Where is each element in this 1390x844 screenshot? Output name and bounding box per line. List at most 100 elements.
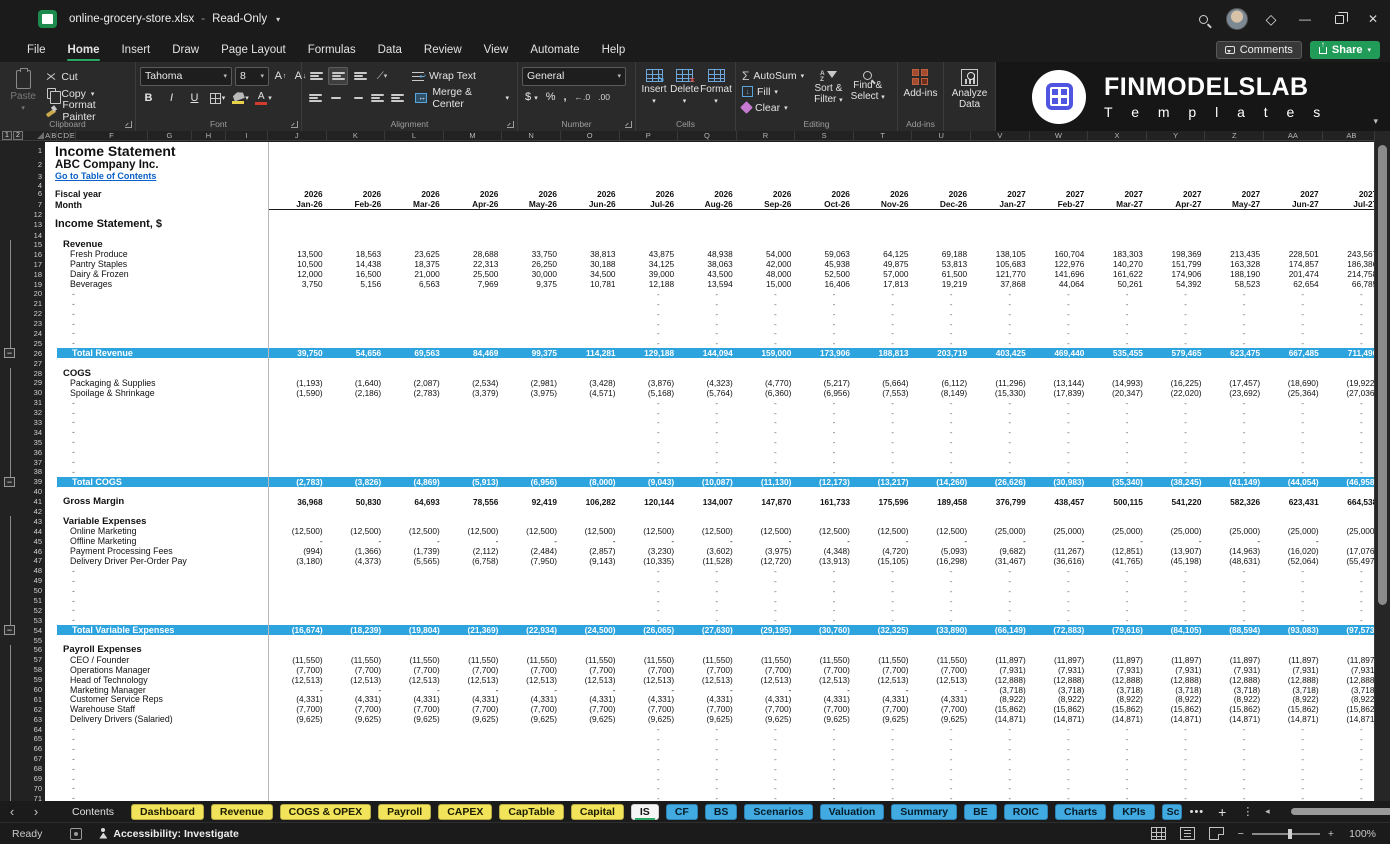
cell-M31[interactable]: - xyxy=(781,398,840,408)
cell-L16[interactable]: 23,625 xyxy=(385,249,444,259)
cell-Q26[interactable]: 144,094 xyxy=(678,348,737,358)
cell-J37[interactable]: - xyxy=(605,457,664,467)
cell-K36[interactable]: - xyxy=(664,447,723,457)
cell-L6[interactable]: 2026 xyxy=(385,189,444,200)
cell-N68[interactable]: - xyxy=(839,764,898,774)
cell-V57[interactable]: (11,897) xyxy=(971,655,1030,665)
cell-V54[interactable]: (66,149) xyxy=(971,625,1030,635)
menu-tab-data[interactable]: Data xyxy=(367,38,413,62)
cell-Y60[interactable]: (3,718) xyxy=(1147,685,1206,695)
prev-sheet-button[interactable]: ‹ xyxy=(0,804,24,819)
cell-Q62[interactable]: (7,700) xyxy=(678,704,737,714)
cell-T63[interactable]: (9,625) xyxy=(854,714,913,724)
cell-W58[interactable]: (7,931) xyxy=(1030,665,1089,675)
cell-W62[interactable]: (15,862) xyxy=(1030,704,1089,714)
cell-J57[interactable]: (11,550) xyxy=(268,655,327,665)
cell-Y39[interactable]: (38,245) xyxy=(1147,477,1206,487)
cell-P46[interactable]: (3,230) xyxy=(620,546,679,556)
cell-T70[interactable]: - xyxy=(1191,783,1250,793)
cell-U21[interactable]: - xyxy=(1250,299,1309,309)
cell-S66[interactable]: - xyxy=(1132,744,1191,754)
cell-X44[interactable]: (25,000) xyxy=(1088,526,1147,536)
cell-U41[interactable]: 189,458 xyxy=(913,497,972,507)
menu-tab-view[interactable]: View xyxy=(473,38,520,62)
cell-X57[interactable]: (11,897) xyxy=(1088,655,1147,665)
cell-N30[interactable]: (3,975) xyxy=(502,388,561,398)
cell-L31[interactable]: - xyxy=(722,398,781,408)
cell-K68[interactable]: - xyxy=(664,764,723,774)
cell-N31[interactable]: - xyxy=(839,398,898,408)
cell-S51[interactable]: - xyxy=(1132,596,1191,606)
cell-R61[interactable]: (4,331) xyxy=(737,694,796,704)
cell-T36[interactable]: - xyxy=(1191,447,1250,457)
cell-O7[interactable]: Jun-26 xyxy=(561,199,620,210)
cell-S52[interactable]: - xyxy=(1132,605,1191,615)
cell-R58[interactable]: (7,700) xyxy=(737,665,796,675)
cell-Q35[interactable]: - xyxy=(1015,437,1074,447)
row-number[interactable]: 51 xyxy=(26,596,45,606)
cell-K54[interactable]: (18,239) xyxy=(327,625,386,635)
collapse-ribbon-button[interactable]: ▾ xyxy=(1373,116,1378,127)
cell-AA18[interactable]: 201,474 xyxy=(1264,269,1323,279)
menu-tab-file[interactable]: File xyxy=(16,38,57,62)
cell-J60[interactable]: - xyxy=(268,685,327,695)
cell-M59[interactable]: (12,513) xyxy=(444,675,503,685)
cell-Q60[interactable]: - xyxy=(678,685,737,695)
decrease-indent-button[interactable] xyxy=(368,89,387,107)
cell-R25[interactable]: - xyxy=(1074,338,1133,348)
cell-V64[interactable]: - xyxy=(1308,724,1367,734)
column-header-G[interactable]: G xyxy=(148,131,192,140)
row-number[interactable]: 26 xyxy=(26,348,45,358)
cell-K66[interactable]: - xyxy=(664,744,723,754)
cell-J19[interactable]: 3,750 xyxy=(268,279,327,289)
cell-S58[interactable]: (7,700) xyxy=(795,665,854,675)
cell-M70[interactable]: - xyxy=(781,783,840,793)
cell-N24[interactable]: - xyxy=(839,329,898,339)
cell-O64[interactable]: - xyxy=(898,724,957,734)
cell-M64[interactable]: - xyxy=(781,724,840,734)
cell-M35[interactable]: - xyxy=(781,437,840,447)
cell-R49[interactable]: - xyxy=(1074,576,1133,586)
row-number[interactable]: 64 xyxy=(26,724,45,734)
cell-K57[interactable]: (11,550) xyxy=(327,655,386,665)
cell-K49[interactable]: - xyxy=(664,576,723,586)
cell-V17[interactable]: 105,683 xyxy=(971,259,1030,269)
cell-K20[interactable]: - xyxy=(664,289,723,299)
cell-R69[interactable]: - xyxy=(1074,774,1133,784)
cell-N29[interactable]: (2,981) xyxy=(502,378,561,388)
cell-U38[interactable]: - xyxy=(1250,467,1309,477)
cell-U30[interactable]: (8,149) xyxy=(913,388,972,398)
cell-P47[interactable]: (10,335) xyxy=(620,556,679,566)
cell-T49[interactable]: - xyxy=(1191,576,1250,586)
cell-Q24[interactable]: - xyxy=(1015,329,1074,339)
font-dialog-launcher[interactable] xyxy=(291,121,298,128)
paste-button[interactable]: Paste ▾ xyxy=(4,65,42,117)
cell-Q44[interactable]: (12,500) xyxy=(678,526,737,536)
cell-AB54[interactable]: (97,573) xyxy=(1323,625,1382,635)
cell-N34[interactable]: - xyxy=(839,427,898,437)
cell-P59[interactable]: (12,513) xyxy=(620,675,679,685)
cell-J53[interactable]: - xyxy=(605,615,664,625)
italic-button[interactable]: I xyxy=(163,89,180,107)
cell-V37[interactable]: - xyxy=(1308,457,1367,467)
cell-Z63[interactable]: (14,871) xyxy=(1206,714,1265,724)
cell-AA45[interactable]: - xyxy=(1264,536,1323,546)
cell-AA16[interactable]: 228,501 xyxy=(1264,249,1323,259)
cell-R23[interactable]: - xyxy=(1074,319,1133,329)
cell-T34[interactable]: - xyxy=(1191,427,1250,437)
cell-T32[interactable]: - xyxy=(1191,408,1250,418)
cell-N52[interactable]: - xyxy=(839,605,898,615)
cell-AA17[interactable]: 174,857 xyxy=(1264,259,1323,269)
column-header-Y[interactable]: Y xyxy=(1147,131,1206,140)
cell-T57[interactable]: (11,550) xyxy=(854,655,913,665)
outline-level-2[interactable]: 2 xyxy=(13,131,23,140)
cell-T45[interactable]: - xyxy=(854,536,913,546)
cell-M16[interactable]: 28,688 xyxy=(444,249,503,259)
cell-T35[interactable]: - xyxy=(1191,437,1250,447)
cell-V45[interactable]: - xyxy=(971,536,1030,546)
cell-U53[interactable]: - xyxy=(1250,615,1309,625)
cell-K32[interactable]: - xyxy=(664,408,723,418)
cell-K19[interactable]: 5,156 xyxy=(327,279,386,289)
cell-O62[interactable]: (7,700) xyxy=(561,704,620,714)
cell-T41[interactable]: 175,596 xyxy=(854,497,913,507)
